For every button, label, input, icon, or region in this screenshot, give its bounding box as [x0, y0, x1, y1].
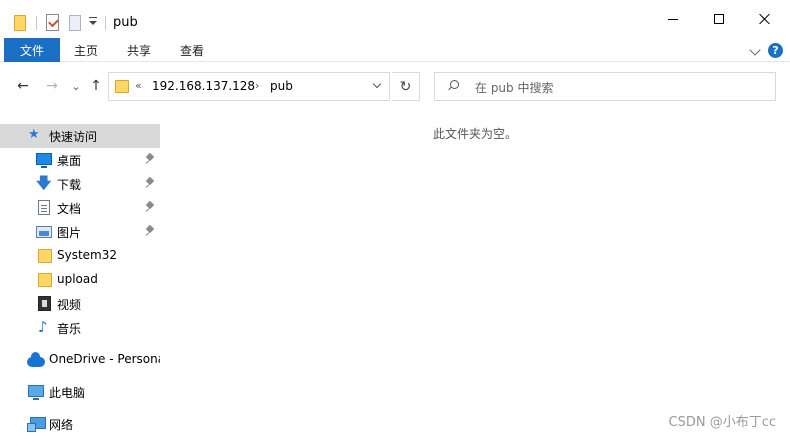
sidebar-item-videos[interactable]: 视频 [0, 292, 160, 316]
maximize-button[interactable] [696, 0, 742, 38]
computer-icon [28, 385, 44, 400]
address-segment[interactable]: pub [270, 79, 293, 93]
sidebar-item-desktop[interactable]: 桌面 [0, 148, 160, 172]
music-icon: ♪ [38, 318, 48, 336]
sidebar-item-network[interactable]: 网络 [0, 412, 160, 436]
sidebar-item-label: 桌面 [57, 154, 82, 168]
close-button[interactable] [742, 0, 788, 38]
sidebar-item-pictures[interactable]: 图片 [0, 220, 160, 244]
title-bar: pub [0, 0, 790, 38]
sidebar-item-downloads[interactable]: 🡇 下载 [0, 172, 160, 196]
toolbar-separator [36, 16, 37, 30]
address-segment[interactable]: 192.168.137.128 [152, 79, 255, 93]
sidebar-item-label: 此电脑 [49, 386, 86, 400]
up-button[interactable]: ↑ [87, 77, 105, 95]
sidebar-item-onedrive[interactable]: OneDrive - Persona [0, 348, 160, 372]
sidebar-item-this-pc[interactable]: 此电脑 [0, 380, 160, 404]
desktop-icon [36, 153, 52, 168]
refresh-button[interactable]: ↻ [392, 72, 420, 101]
sidebar-item-label: 文档 [57, 202, 82, 216]
new-folder-icon[interactable] [69, 15, 81, 31]
maximize-icon [714, 14, 724, 24]
sidebar-item-label: 图片 [57, 226, 82, 240]
onedrive-icon [27, 352, 45, 367]
search-input[interactable]: 在 pub 中搜索 [434, 72, 776, 101]
star-icon: ★ [28, 127, 40, 142]
pin-icon[interactable] [146, 202, 154, 212]
address-separator[interactable]: › [255, 79, 259, 92]
folder-icon [38, 273, 52, 287]
sidebar-item-quick-access[interactable]: ★ 快速访问 [0, 124, 160, 148]
watermark: CSDN @小布丁cc [668, 415, 777, 430]
sidebar-item-upload[interactable]: upload [0, 268, 160, 292]
address-overflow[interactable]: « [135, 79, 142, 92]
quick-access-dropdown-icon[interactable] [88, 17, 98, 27]
document-icon [38, 200, 50, 215]
pin-icon[interactable] [146, 226, 154, 236]
address-dropdown-icon[interactable] [372, 79, 382, 89]
video-icon [38, 296, 51, 311]
sidebar-item-label: System32 [57, 248, 118, 262]
window-title: pub [113, 15, 138, 30]
empty-folder-message: 此文件夹为空。 [432, 127, 517, 141]
sidebar-item-label: 快速访问 [49, 130, 98, 144]
download-icon: 🡇 [36, 174, 52, 192]
sidebar-item-label: OneDrive - Persona [49, 352, 160, 366]
sidebar-item-music[interactable]: ♪ 音乐 [0, 316, 160, 340]
recent-locations-button[interactable]: ⌄ [67, 77, 85, 95]
network-icon [27, 417, 46, 432]
forward-button[interactable]: → [43, 77, 61, 95]
toolbar-separator [105, 16, 106, 30]
expand-ribbon-icon[interactable] [749, 44, 761, 56]
sidebar-item-label: 网络 [49, 418, 74, 432]
minimize-button[interactable] [650, 0, 696, 38]
search-icon [447, 80, 459, 91]
folder-icon [115, 80, 129, 93]
navigation-bar: ← → ⌄ ↑ « 192.168.137.128 › pub ↻ 在 pub … [0, 62, 790, 112]
sidebar-item-label: upload [57, 272, 98, 286]
pin-icon[interactable] [146, 178, 154, 188]
close-icon [759, 13, 771, 25]
pin-icon[interactable] [146, 154, 154, 164]
sidebar-item-documents[interactable]: 文档 [0, 196, 160, 220]
minimize-icon [668, 18, 678, 20]
tab-home[interactable]: 主页 [74, 38, 98, 62]
search-placeholder: 在 pub 中搜索 [475, 81, 554, 95]
sidebar-item-label: 下载 [57, 178, 82, 192]
tab-file[interactable]: 文件 [4, 38, 60, 62]
folder-icon[interactable] [14, 15, 26, 31]
back-button[interactable]: ← [14, 77, 32, 95]
help-icon[interactable]: ? [768, 43, 783, 58]
file-list-area[interactable]: 此文件夹为空。 CSDN @小布丁cc [160, 112, 790, 440]
folder-icon [38, 249, 52, 263]
navigation-pane: ★ 快速访问 桌面 🡇 下载 文档 图片 System32 upload 视频 … [0, 112, 160, 440]
properties-icon[interactable] [46, 14, 59, 31]
sidebar-item-label: 音乐 [57, 322, 82, 336]
picture-icon [36, 226, 52, 238]
sidebar-item-system32[interactable]: System32 [0, 244, 160, 268]
ribbon-tabs: 文件 主页 共享 查看 ? [0, 38, 790, 62]
tab-share[interactable]: 共享 [127, 38, 151, 62]
tab-view[interactable]: 查看 [180, 38, 204, 62]
sidebar-item-label: 视频 [57, 298, 82, 312]
address-bar[interactable]: « 192.168.137.128 › pub [108, 72, 390, 101]
